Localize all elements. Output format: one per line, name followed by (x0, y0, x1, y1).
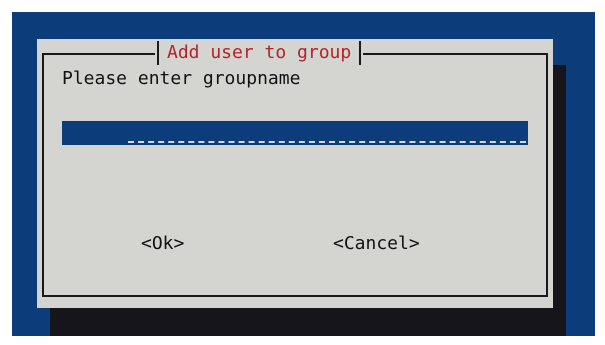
title-right-tick (359, 41, 362, 65)
cancel-button[interactable]: <Cancel> (333, 232, 420, 256)
groupname-input[interactable]: linux (62, 121, 528, 145)
dialog-title-bar: Add user to group (155, 39, 364, 67)
input-underline (128, 141, 526, 143)
dialog-title: Add user to group (167, 42, 352, 63)
add-user-to-group-dialog: Add user to group Please enter groupname… (37, 39, 553, 308)
terminal-screen: Add user to group Please enter groupname… (0, 0, 605, 345)
ok-button[interactable]: <Ok> (141, 232, 184, 256)
prompt-text: Please enter groupname (62, 68, 301, 89)
